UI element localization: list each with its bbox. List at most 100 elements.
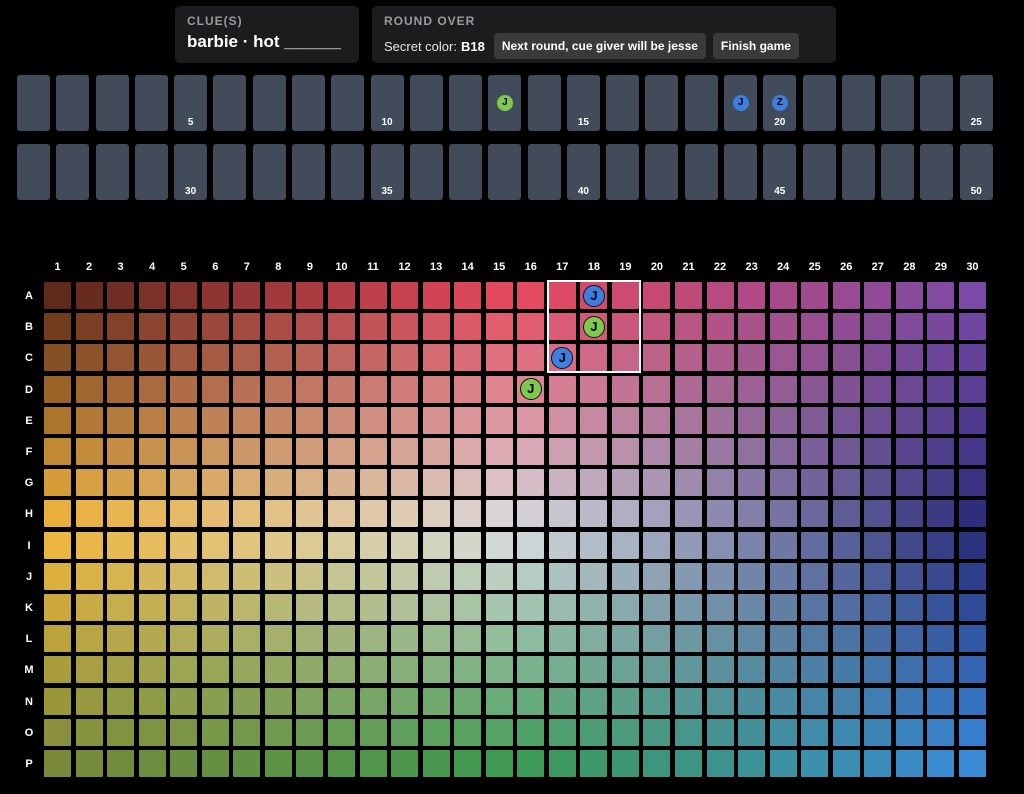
color-cell-M20[interactable]: [643, 656, 671, 684]
color-cell-I10[interactable]: [327, 531, 355, 559]
color-cell-F8[interactable]: [264, 438, 292, 465]
color-cell-C21[interactable]: [675, 344, 702, 372]
color-cell-J11[interactable]: [359, 562, 387, 590]
color-cell-G2[interactable]: [75, 469, 103, 497]
color-cell-E20[interactable]: [643, 406, 671, 434]
color-cell-N12[interactable]: [391, 687, 419, 715]
color-cell-K18[interactable]: [580, 594, 608, 621]
color-cell-I29[interactable]: [927, 531, 955, 559]
color-cell-M17[interactable]: [548, 656, 576, 684]
color-cell-M7[interactable]: [233, 656, 261, 684]
color-cell-N5[interactable]: [170, 687, 198, 715]
color-cell-M19[interactable]: [611, 656, 639, 684]
color-cell-D21[interactable]: [675, 375, 702, 403]
color-cell-L7[interactable]: [233, 625, 261, 653]
color-cell-N13[interactable]: [422, 687, 450, 715]
color-cell-A17[interactable]: [548, 282, 576, 309]
color-cell-P24[interactable]: [769, 750, 797, 777]
color-cell-P26[interactable]: [832, 750, 860, 777]
color-cell-E22[interactable]: [706, 406, 734, 434]
color-cell-B15[interactable]: [485, 313, 513, 341]
color-cell-G17[interactable]: [548, 469, 576, 497]
color-cell-B2[interactable]: [75, 313, 103, 341]
color-cell-D9[interactable]: [296, 375, 324, 403]
color-cell-E18[interactable]: [580, 406, 608, 434]
color-cell-L15[interactable]: [485, 625, 513, 653]
color-cell-B17[interactable]: [548, 313, 576, 341]
color-cell-G24[interactable]: [769, 469, 797, 497]
color-cell-O8[interactable]: [264, 718, 292, 746]
color-cell-A19[interactable]: [611, 282, 639, 309]
color-cell-G19[interactable]: [611, 469, 639, 497]
color-cell-D13[interactable]: [422, 375, 450, 403]
color-cell-H23[interactable]: [738, 500, 766, 528]
color-cell-G11[interactable]: [359, 469, 387, 497]
color-cell-L30[interactable]: [958, 625, 986, 653]
color-cell-L27[interactable]: [864, 625, 892, 653]
color-cell-I1[interactable]: [44, 531, 71, 559]
color-cell-P10[interactable]: [327, 750, 355, 777]
color-cell-N2[interactable]: [75, 687, 103, 715]
color-cell-K28[interactable]: [895, 594, 923, 621]
color-cell-O25[interactable]: [801, 718, 829, 746]
color-cell-E9[interactable]: [296, 406, 324, 434]
color-cell-B9[interactable]: [296, 313, 324, 341]
color-cell-M4[interactable]: [138, 656, 166, 684]
color-cell-G16[interactable]: [517, 469, 545, 497]
color-cell-I27[interactable]: [864, 531, 892, 559]
color-cell-F12[interactable]: [391, 438, 419, 465]
color-cell-C26[interactable]: [832, 344, 860, 372]
color-cell-H7[interactable]: [233, 500, 261, 528]
color-cell-E4[interactable]: [138, 406, 166, 434]
color-cell-C29[interactable]: [927, 344, 955, 372]
color-cell-G18[interactable]: [580, 469, 608, 497]
color-cell-C15[interactable]: [485, 344, 513, 372]
color-cell-P14[interactable]: [454, 750, 482, 777]
color-cell-I24[interactable]: [769, 531, 797, 559]
color-cell-C14[interactable]: [454, 344, 482, 372]
color-cell-N8[interactable]: [264, 687, 292, 715]
color-cell-D28[interactable]: [895, 375, 923, 403]
color-cell-M26[interactable]: [832, 656, 860, 684]
color-cell-M1[interactable]: [44, 656, 71, 684]
color-cell-K3[interactable]: [107, 594, 135, 621]
color-cell-I2[interactable]: [75, 531, 103, 559]
color-cell-D17[interactable]: [548, 375, 576, 403]
color-cell-B3[interactable]: [107, 313, 135, 341]
color-cell-C22[interactable]: [706, 344, 734, 372]
color-cell-L8[interactable]: [264, 625, 292, 653]
color-cell-N28[interactable]: [895, 687, 923, 715]
color-cell-C28[interactable]: [895, 344, 923, 372]
color-cell-A4[interactable]: [138, 282, 166, 309]
color-cell-E27[interactable]: [864, 406, 892, 434]
color-cell-J4[interactable]: [138, 562, 166, 590]
color-cell-M25[interactable]: [801, 656, 829, 684]
color-cell-B24[interactable]: [769, 313, 797, 341]
color-cell-B13[interactable]: [422, 313, 450, 341]
color-cell-G4[interactable]: [138, 469, 166, 497]
color-cell-J9[interactable]: [296, 562, 324, 590]
color-cell-G15[interactable]: [485, 469, 513, 497]
color-cell-A20[interactable]: [643, 282, 671, 309]
color-cell-M27[interactable]: [864, 656, 892, 684]
color-cell-F10[interactable]: [327, 438, 355, 465]
color-cell-E2[interactable]: [75, 406, 103, 434]
color-cell-N4[interactable]: [138, 687, 166, 715]
color-cell-B29[interactable]: [927, 313, 955, 341]
color-cell-A30[interactable]: [958, 282, 986, 309]
color-cell-N7[interactable]: [233, 687, 261, 715]
color-cell-L26[interactable]: [832, 625, 860, 653]
color-cell-O26[interactable]: [832, 718, 860, 746]
color-cell-P17[interactable]: [548, 750, 576, 777]
color-cell-I16[interactable]: [517, 531, 545, 559]
color-cell-N26[interactable]: [832, 687, 860, 715]
color-cell-J29[interactable]: [927, 562, 955, 590]
color-cell-N6[interactable]: [201, 687, 229, 715]
color-cell-N16[interactable]: [517, 687, 545, 715]
color-cell-E11[interactable]: [359, 406, 387, 434]
color-cell-I14[interactable]: [454, 531, 482, 559]
color-cell-N14[interactable]: [454, 687, 482, 715]
color-cell-I13[interactable]: [422, 531, 450, 559]
color-cell-M2[interactable]: [75, 656, 103, 684]
color-cell-L16[interactable]: [517, 625, 545, 653]
